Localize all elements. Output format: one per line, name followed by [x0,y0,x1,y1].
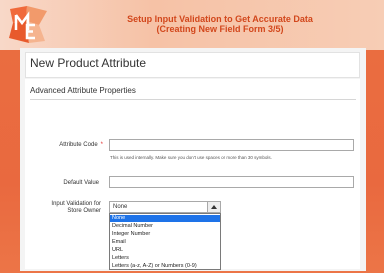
option-integer-number[interactable]: Integer Number [110,231,220,238]
triangle-up-icon [211,205,217,209]
header-title-line1: Setup Input Validation to Get Accurate D… [127,14,313,24]
page-title: New Product Attribute [30,56,147,70]
main-panel: New Product Attribute Advanced Attribute… [20,48,366,271]
input-validation-dropdown: None Decimal Number Integer Number Email… [109,213,221,270]
default-value-input[interactable] [109,176,354,188]
attribute-code-input[interactable] [109,139,354,151]
input-validation-label-line1: Input Validation for [51,201,101,207]
attribute-code-note: This is used internally. Make sure you d… [110,155,272,160]
input-validation-label: Input Validation for Store Owner [35,201,101,215]
header-title: Setup Input Validation to Get Accurate D… [70,14,370,34]
option-letters[interactable]: Letters [110,255,220,262]
input-validation-select[interactable]: None [109,201,221,213]
section-title: Advanced Attribute Properties [30,86,136,95]
input-validation-label-line2: Store Owner [67,208,101,214]
page-title-bar: New Product Attribute [25,52,360,78]
option-url[interactable]: URL [110,247,220,254]
option-letters-or-numbers[interactable]: Letters (a-z, A-Z) or Numbers (0-9) [110,263,220,270]
attribute-code-label: Attribute Code * [43,142,103,148]
option-email[interactable]: Email [110,239,220,246]
option-none[interactable]: None [110,215,220,222]
input-validation-selected: None [113,204,128,210]
default-value-label: Default Value [63,180,99,186]
logo-icon [9,6,47,43]
form-content: Advanced Attribute Properties Attribute … [25,79,360,270]
required-marker: * [100,142,103,148]
header-title-line2: (Creating New Field Form 3/5) [156,24,284,34]
section-divider [30,99,356,100]
attribute-code-label-text: Attribute Code [59,142,98,148]
dropdown-toggle-button[interactable] [207,202,220,212]
option-decimal-number[interactable]: Decimal Number [110,223,220,230]
